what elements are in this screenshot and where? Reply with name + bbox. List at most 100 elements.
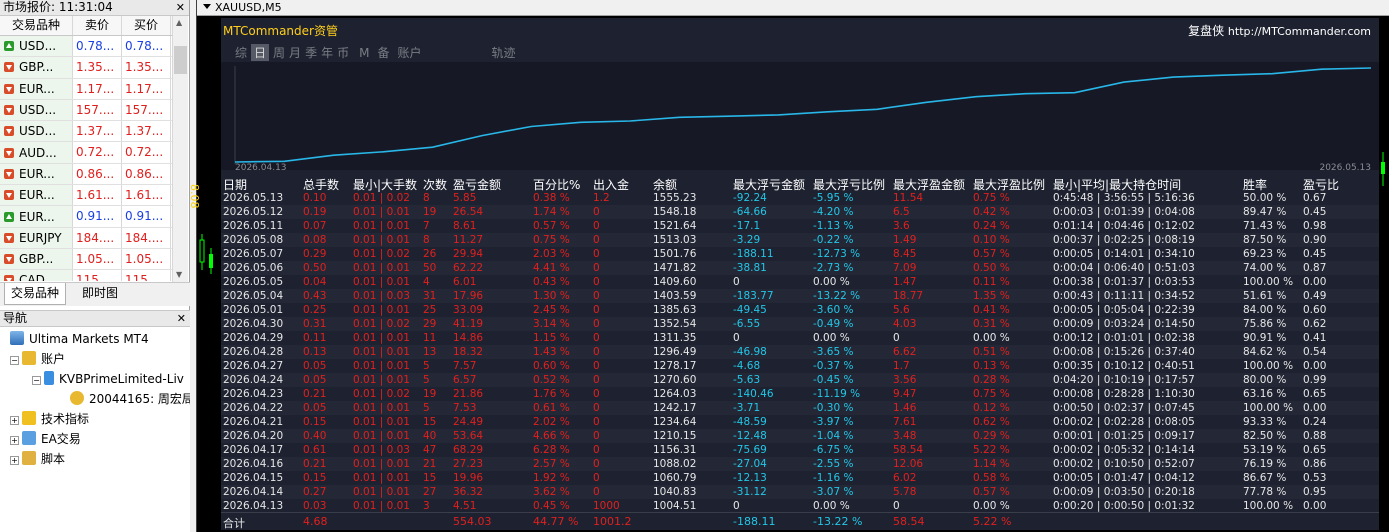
arrow-down-icon: [4, 190, 14, 201]
collapse-icon[interactable]: −: [32, 376, 41, 385]
table-cell: 0:00:38 | 0:01:37 | 0:03:53: [1053, 276, 1195, 288]
symbol-text: CAD...: [19, 273, 57, 281]
period-tab[interactable]: 币: [337, 44, 349, 61]
period-tab[interactable]: 周: [273, 44, 285, 61]
table-cell: -0.45 %: [813, 374, 854, 386]
table-cell: -64.66: [733, 206, 767, 218]
table-row: 2026.04.20 0.40 0.01 | 0.01 40 53.64 4.66 % 0 1…: [221, 429, 1379, 443]
market-row[interactable]: USD... 0.78... 0.78...: [0, 36, 172, 58]
period-tab[interactable]: 年: [321, 44, 333, 61]
table-cell: 1296.49: [653, 346, 697, 358]
tree-scripts[interactable]: + 脚本: [0, 449, 190, 469]
tab-tick-chart[interactable]: 即时图: [76, 283, 124, 305]
x-start-label: 2026.04.13: [235, 163, 287, 173]
period-tab[interactable]: M: [359, 46, 369, 60]
tree-account[interactable]: 20044165: 周宏局: [0, 389, 190, 409]
table-cell: 15: [423, 416, 437, 428]
tree-indicators[interactable]: + 技术指标: [0, 409, 190, 429]
table-cell: 2.03 %: [533, 248, 570, 260]
table-cell: 0:00:09 | 0:03:50 | 0:20:18: [1053, 486, 1195, 498]
period-tab[interactable]: 轨迹: [492, 44, 516, 61]
table-cell: 0.01 | 0.03: [353, 444, 410, 456]
table-cell: 0: [593, 486, 600, 498]
tree-root[interactable]: Ultima Markets MT4: [0, 329, 190, 349]
table-cell: 11: [423, 332, 437, 344]
table-cell: 0.50 %: [973, 262, 1010, 274]
table-cell: 0: [593, 444, 600, 456]
table-cell: 0.07: [303, 220, 327, 232]
table-cell: 18.77: [893, 290, 924, 302]
market-row[interactable]: EURJPY 184.... 184....: [0, 227, 172, 249]
table-cell: 0: [593, 458, 600, 470]
expand-icon[interactable]: +: [10, 436, 19, 445]
market-row[interactable]: EUR... 1.61... 1.61...: [0, 185, 172, 207]
table-cell: 0:00:02 | 0:10:50 | 0:52:07: [1053, 458, 1195, 470]
table-cell: 0: [893, 500, 900, 512]
market-row[interactable]: EUR... 1.17... 1.17...: [0, 78, 172, 100]
scroll-up-icon[interactable]: ▲: [176, 18, 182, 27]
site-link[interactable]: 复盘侠 http://MTCommander.com: [1188, 22, 1371, 39]
table-cell: 0: [593, 248, 600, 260]
expand-icon[interactable]: +: [10, 456, 19, 465]
tree-server[interactable]: − KVBPrimeLimited-Liv: [0, 369, 190, 389]
table-cell: 0.29: [303, 248, 327, 260]
market-row[interactable]: GBP... 1.35... 1.35...: [0, 57, 172, 79]
table-cell: 8: [423, 234, 430, 246]
table-row: 2026.04.23 0.21 0.01 | 0.02 19 21.86 1.76 % 0 1…: [221, 387, 1379, 401]
period-tab[interactable]: 月: [289, 44, 301, 61]
market-row-bid: 115: [73, 270, 122, 281]
table-cell: 1.15 %: [533, 332, 570, 344]
period-tab[interactable]: 备: [377, 44, 389, 61]
market-watch-scrollbar[interactable]: ▲ ▼: [172, 16, 188, 282]
expand-icon[interactable]: +: [10, 416, 19, 425]
tree-accounts[interactable]: − 账户: [0, 349, 190, 369]
tab-symbols[interactable]: 交易品种: [4, 283, 67, 305]
table-cell: -3.71: [733, 402, 761, 414]
table-cell: 0.61 %: [533, 402, 570, 414]
table-cell: 1352.54: [653, 318, 697, 330]
table-cell: 5.78: [893, 486, 917, 498]
table-cell: 0: [593, 276, 600, 288]
close-icon[interactable]: ✕: [177, 311, 186, 326]
market-row[interactable]: GBP... 1.05... 1.05...: [0, 248, 172, 271]
table-cell: 0.01 | 0.01: [353, 262, 410, 274]
table-cell: 11.54: [893, 192, 924, 204]
col-ask-header[interactable]: 买价: [122, 16, 171, 35]
table-cell: 80.00 %: [1243, 374, 1287, 386]
table-cell: 2026.05.13: [223, 192, 284, 204]
scroll-down-icon[interactable]: ▼: [176, 270, 182, 279]
market-row[interactable]: AUD... 0.72... 0.72...: [0, 142, 172, 164]
period-tab[interactable]: 账户: [397, 44, 421, 61]
collapse-icon[interactable]: −: [10, 356, 19, 365]
table-cell: 2026.04.28: [223, 346, 284, 358]
market-row[interactable]: USD... 157.... 157....: [0, 99, 172, 122]
market-row[interactable]: CAD... 115 115: [0, 270, 172, 281]
tree-ea[interactable]: + EA交易: [0, 429, 190, 449]
table-cell: 0.75 %: [973, 192, 1010, 204]
table-cell: 0.13: [303, 346, 327, 358]
table-cell: 0.60: [1303, 304, 1327, 316]
table-row: 2026.04.27 0.05 0.01 | 0.01 5 7.57 0.60 % 0 127…: [221, 359, 1379, 373]
market-row-bid: 1.61...: [73, 185, 122, 206]
period-tab[interactable]: 综: [235, 44, 247, 61]
close-icon[interactable]: ✕: [176, 0, 185, 15]
market-row[interactable]: EUR... 0.91... 0.91...: [0, 206, 172, 228]
table-cell: 2026.04.30: [223, 318, 284, 330]
table-cell: -1.13 %: [813, 220, 854, 232]
market-row-ask: 1.35...: [122, 57, 171, 78]
table-cell: 2026.04.23: [223, 388, 284, 400]
period-tab[interactable]: 季: [305, 44, 317, 61]
table-cell: 100.00 %: [1243, 360, 1294, 372]
symbol-text: EURJPY: [19, 230, 62, 245]
col-bid-header[interactable]: 卖价: [73, 16, 122, 35]
market-row[interactable]: USD... 1.37... 1.37...: [0, 121, 172, 143]
scroll-thumb[interactable]: [174, 46, 187, 74]
tree-accounts-label: 账户: [41, 352, 66, 366]
table-cell: 0: [593, 472, 600, 484]
market-row[interactable]: EUR... 0.86... 0.86...: [0, 163, 172, 186]
table-cell: 0.49: [1303, 290, 1327, 302]
period-tab[interactable]: 日: [251, 44, 270, 61]
col-symbol-header[interactable]: 交易品种: [0, 16, 73, 35]
chart-menu-icon[interactable]: [203, 4, 211, 9]
market-row-ask: 1.61...: [122, 185, 171, 206]
